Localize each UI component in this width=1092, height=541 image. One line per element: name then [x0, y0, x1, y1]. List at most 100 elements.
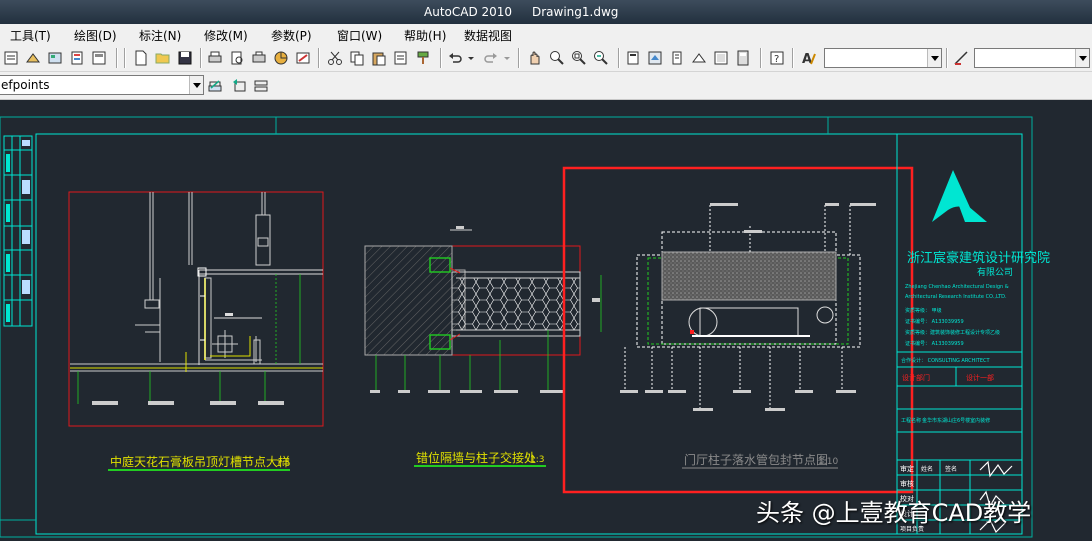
company-suffix: 有限公司	[977, 266, 1013, 278]
undo-icon[interactable]	[446, 49, 464, 67]
approval-row-label: 审定	[900, 464, 914, 473]
dimension-style-icon[interactable]	[952, 49, 970, 67]
paste-special-icon[interactable]	[392, 49, 410, 67]
toolbar-separator	[124, 48, 126, 68]
layer-select-value: efpoints	[1, 78, 50, 92]
tool-palette-icon[interactable]	[68, 49, 86, 67]
plot-icon[interactable]	[206, 49, 224, 67]
company-logo	[955, 195, 987, 222]
detail-1-ceiling-light-trough[interactable]	[68, 191, 324, 427]
chevron-down-icon	[189, 76, 203, 94]
publish-icon[interactable]	[250, 49, 268, 67]
cooperate-design: 合作设计： CONSULTING ARCHITECT	[901, 357, 990, 364]
tool-palettes-window-icon[interactable]	[668, 49, 686, 67]
caption-detail-2: 错位隔墙与柱子交接处	[416, 450, 536, 465]
menu-modify[interactable]: 修改(M)	[204, 27, 248, 44]
pan-icon[interactable]	[526, 49, 544, 67]
match-brush-icon[interactable]	[414, 49, 432, 67]
properties-icon[interactable]	[2, 49, 20, 67]
cert-line-3: 资质等级：建筑装饰装修工程设计专项乙级	[905, 329, 1000, 336]
watermark-text: 头条 @上壹教育CAD教学	[756, 499, 1032, 527]
design-center-palette-icon[interactable]	[646, 49, 664, 67]
standard-toolbar: ? A	[0, 44, 1092, 72]
toolbar-separator	[618, 48, 620, 68]
toolbar-separator	[318, 48, 320, 68]
toolbar-separator	[440, 48, 442, 68]
menu-data-view[interactable]: 数据视图	[464, 27, 512, 44]
sheet-set-manager-icon[interactable]	[690, 49, 708, 67]
plot-preview-icon[interactable]	[228, 49, 246, 67]
3d-dwf-icon[interactable]	[272, 49, 290, 67]
toolbar-separator	[116, 48, 118, 68]
etransmit-icon[interactable]	[294, 49, 312, 67]
detail-2-partition-column[interactable]	[364, 226, 602, 393]
new-file-icon[interactable]	[132, 49, 150, 67]
sheet-inner-frame	[35, 133, 1023, 535]
redo-icon[interactable]	[482, 49, 500, 67]
chevron-down-icon	[1075, 49, 1089, 67]
toolbar-separator	[518, 48, 520, 68]
menu-tools[interactable]: 工具(T)	[10, 27, 51, 44]
markup-set-icon[interactable]	[712, 49, 730, 67]
copy-icon[interactable]	[348, 49, 366, 67]
menu-parametric[interactable]: 参数(P)	[271, 27, 312, 44]
save-icon[interactable]	[176, 49, 194, 67]
drawing-canvas[interactable]: 中庭天花石膏板吊顶灯槽节点大样 1:5 错位隔墙与柱子交接处 1:3 门厅柱子落…	[0, 100, 1092, 541]
project-name: 金华市东湖山庄6号楼室内装修	[922, 417, 990, 424]
toolbar-separator	[200, 48, 202, 68]
properties-palette-icon[interactable]	[624, 49, 642, 67]
menu-dimension[interactable]: 标注(N)	[139, 27, 181, 44]
menu-bar: 工具(T) 绘图(D) 标注(N) 修改(M) 参数(P) 窗口(W) 帮助(H…	[0, 24, 1092, 44]
toolbar-separator	[792, 48, 794, 68]
detail-3-column-drainpipe[interactable]	[620, 203, 876, 411]
layer-select[interactable]: efpoints	[0, 75, 204, 95]
redo-dropdown-icon[interactable]	[502, 49, 512, 67]
paste-icon[interactable]	[370, 49, 388, 67]
company-english-2: Architectural Research Institute CO.,LTD…	[905, 294, 1007, 300]
company-name: 浙江宸豪建筑设计研究院	[907, 250, 1050, 266]
menu-help[interactable]: 帮助(H)	[404, 27, 446, 44]
zoom-previous-icon[interactable]	[592, 49, 610, 67]
zoom-realtime-icon[interactable]	[548, 49, 566, 67]
menu-window[interactable]: 窗口(W)	[337, 27, 382, 44]
document-title: Drawing1.dwg	[532, 5, 619, 19]
caption-detail-3: 门厅柱子落水管包封节点图	[684, 452, 828, 467]
svg-text:A: A	[802, 52, 812, 66]
caption-detail-1-scale: 1:5	[276, 459, 290, 469]
zoom-window-icon[interactable]	[570, 49, 588, 67]
cert-line-4: 证书编号： A133039959	[905, 340, 964, 347]
title-block: 浙江宸豪建筑设计研究院 有限公司 Zhejiang Chenhao Archit…	[896, 134, 1050, 534]
approval-column-label: 签名	[945, 465, 957, 473]
left-stamp-column	[3, 135, 33, 327]
text-style-select[interactable]	[824, 48, 942, 68]
toolbar-separator	[760, 48, 762, 68]
svg-text:?: ?	[774, 54, 779, 65]
design-center-icon[interactable]	[46, 49, 64, 67]
cert-line-2: 证书编号： A133039959	[905, 318, 964, 325]
open-file-icon[interactable]	[154, 49, 172, 67]
approval-column-label: 姓名	[921, 465, 933, 473]
app-title: AutoCAD 2010	[424, 5, 513, 19]
design-dept-value: 设计一部	[966, 373, 994, 382]
toolbar-separator	[946, 48, 948, 68]
chevron-down-icon	[927, 49, 941, 67]
sheet-set-icon[interactable]	[90, 49, 108, 67]
dimension-style-select[interactable]	[974, 48, 1090, 68]
undo-dropdown-icon[interactable]	[466, 49, 476, 67]
text-style-icon[interactable]: A	[800, 49, 818, 67]
menu-draw[interactable]: 绘图(D)	[74, 27, 117, 44]
match-properties-icon[interactable]	[24, 49, 42, 67]
caption-detail-1: 中庭天花石膏板吊顶灯槽节点大样	[110, 454, 290, 469]
layer-states-icon[interactable]	[252, 77, 270, 95]
cert-line-1: 资质等级： 甲级	[905, 307, 942, 314]
cut-icon[interactable]	[326, 49, 344, 67]
make-current-layer-icon[interactable]	[206, 77, 224, 95]
quick-calc-icon[interactable]	[734, 49, 752, 67]
project-label: 工程名称	[901, 417, 921, 424]
layer-previous-icon[interactable]	[230, 77, 248, 95]
caption-detail-2-scale: 1:3	[530, 455, 544, 465]
approval-row-label: 审核	[900, 479, 914, 488]
design-dept-label: 设计部门	[902, 373, 930, 382]
help-icon[interactable]: ?	[768, 49, 786, 67]
signature-mark	[979, 460, 1013, 478]
